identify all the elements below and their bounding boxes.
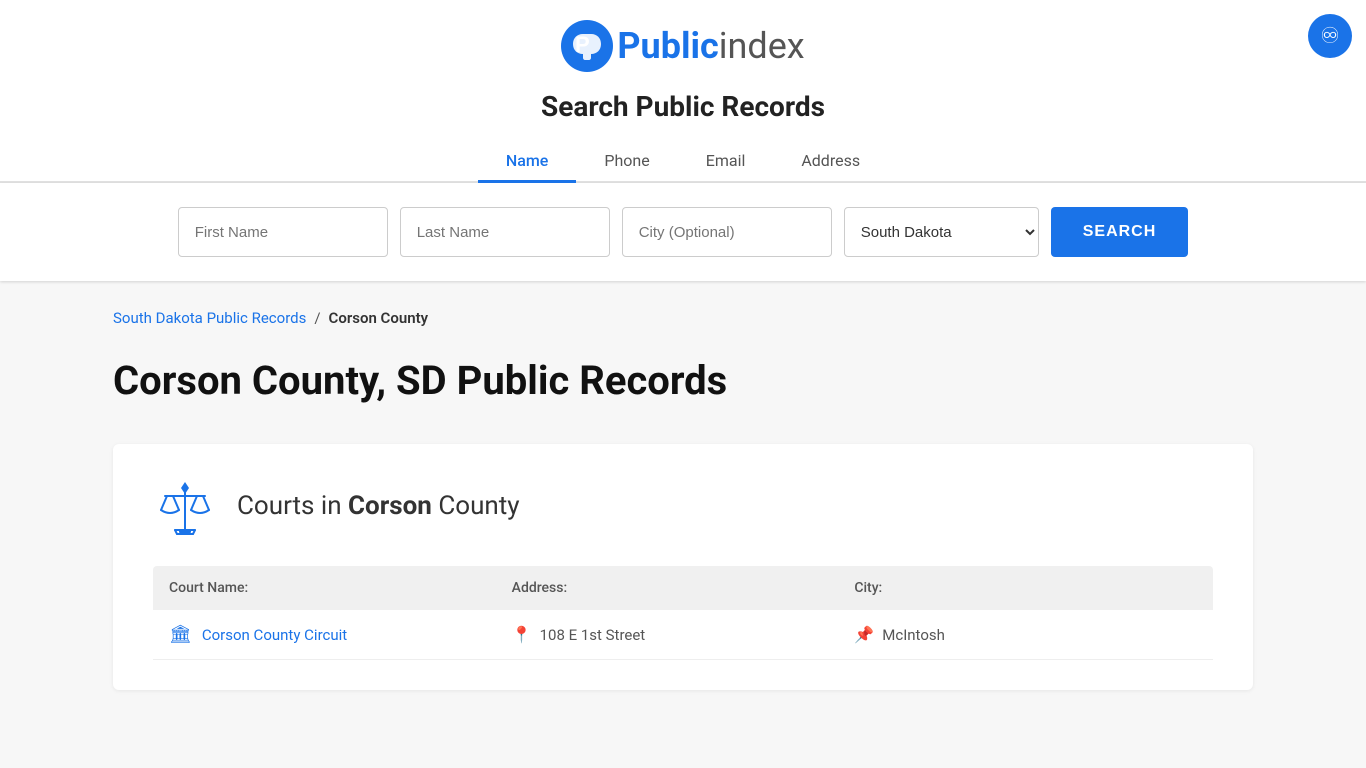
logo-index-text: index (719, 25, 805, 67)
site-header: P Publicindex Search Public Records Name… (0, 0, 1366, 281)
courts-section-header: Courts in Corson County (153, 474, 1213, 538)
first-name-input[interactable] (178, 207, 388, 257)
breadcrumb: South Dakota Public Records / Corson Cou… (113, 309, 1253, 327)
search-button[interactable]: SEARCH (1051, 207, 1189, 257)
court-name-link[interactable]: Corson County Circuit (202, 626, 347, 644)
logo-text: Publicindex (617, 25, 804, 67)
tab-name[interactable]: Name (478, 141, 576, 183)
table-row: 🏛 Corson County Circuit 📍 108 E 1st Stre… (153, 610, 1213, 660)
court-address-text: 108 E 1st Street (540, 626, 646, 644)
logo-public-text: Public (617, 25, 718, 67)
court-name-cell: 🏛 Corson County Circuit (169, 624, 512, 645)
breadcrumb-separator: / (314, 309, 320, 327)
logo-icon: P (561, 20, 613, 72)
map-icon: 📌 (854, 625, 874, 644)
svg-text:P: P (575, 32, 590, 57)
breadcrumb-link[interactable]: South Dakota Public Records (113, 309, 306, 327)
search-tabs: Name Phone Email Address (0, 141, 1366, 183)
courts-title-county: Corson (348, 491, 432, 521)
court-city-cell: 📌 McIntosh (854, 625, 1197, 644)
courts-title-suffix: County (432, 491, 520, 521)
search-form: South Dakota Alabama Alaska Arizona Arka… (0, 183, 1366, 281)
main-content: South Dakota Public Records / Corson Cou… (93, 281, 1273, 718)
court-address-cell: 📍 108 E 1st Street (512, 625, 855, 644)
courts-title-prefix: Courts in (237, 491, 348, 521)
building-icon: 🏛 (169, 624, 192, 645)
last-name-input[interactable] (400, 207, 610, 257)
location-pin-icon: 📍 (512, 625, 532, 644)
logo[interactable]: P Publicindex (0, 20, 1366, 72)
tab-address[interactable]: Address (773, 141, 888, 183)
breadcrumb-current: Corson County (329, 309, 429, 327)
page-title: Search Public Records (0, 90, 1366, 123)
scales-of-justice-icon (153, 474, 217, 538)
accessibility-icon: ♾ (1320, 25, 1340, 47)
county-page-heading: Corson County, SD Public Records (113, 357, 1253, 404)
col-city: City: (854, 580, 1197, 596)
city-input[interactable] (622, 207, 832, 257)
col-court-name: Court Name: (169, 580, 512, 596)
col-address: Address: (512, 580, 855, 596)
courts-table-header: Court Name: Address: City: (153, 566, 1213, 610)
tab-email[interactable]: Email (678, 141, 774, 183)
courts-section-title: Courts in Corson County (237, 491, 520, 521)
court-city-text: McIntosh (882, 626, 945, 644)
tab-phone[interactable]: Phone (576, 141, 677, 183)
state-select[interactable]: South Dakota Alabama Alaska Arizona Arka… (844, 207, 1039, 257)
courts-section: Courts in Corson County Court Name: Addr… (113, 444, 1253, 690)
accessibility-button[interactable]: ♾ (1308, 14, 1352, 58)
